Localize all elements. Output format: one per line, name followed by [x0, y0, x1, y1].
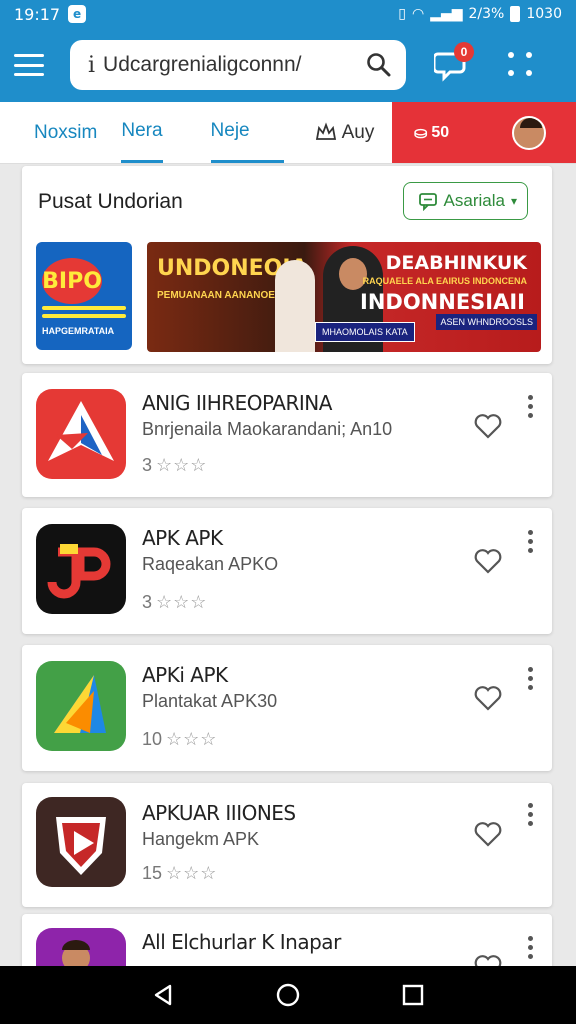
section-action-button[interactable]: Asariala ▾ [402, 182, 528, 220]
banner-small[interactable]: BIPO HAPGEMRATAIA [36, 242, 132, 350]
banner-right-subtitle: RAQUAELE ALA EAIRUS INDONCENA [362, 276, 527, 286]
app-name: APK APK [142, 526, 223, 550]
app-rating-value: 10 [142, 729, 163, 749]
star-icon: ☆☆☆ [156, 592, 208, 612]
banner-right-title: DEABHINKUK [385, 252, 527, 274]
tab-noxsim[interactable]: Noxsim [34, 102, 97, 163]
section-title: Pusat Undorian [38, 190, 183, 213]
menu-icon[interactable] [14, 54, 44, 76]
more-vert-icon[interactable] [528, 667, 534, 690]
search-icon[interactable] [366, 52, 392, 78]
app-icon [36, 797, 126, 887]
banner-large[interactable]: UNDONEOIA PEMUANAAN AANANOEIE DEABHINKUK… [147, 242, 541, 352]
promo-icon: ⛀ [414, 124, 428, 142]
message-icon [418, 193, 437, 211]
banner-right-title-2: INDONNESIAII [360, 290, 525, 314]
app-card[interactable]: APKi APK Plantakat APK30 10 ☆☆☆ [22, 645, 552, 771]
status-time: 19:17 [14, 4, 61, 24]
tab-bar: Noxsim Nera Neje Auy ⛀ 50 [0, 102, 576, 164]
app-name: ANIG IIHREOPARINA [142, 391, 332, 415]
back-icon[interactable] [148, 980, 178, 1010]
app-icon [36, 389, 126, 479]
app-bar: i 0 [0, 28, 576, 102]
app-card[interactable]: APK APK Raqeakan APKO 3 ☆☆☆ [22, 508, 552, 634]
chat-badge: 0 [454, 42, 474, 62]
app-name: All Elchurlar K Inapar [142, 930, 341, 954]
heart-icon[interactable] [474, 548, 502, 574]
section-action-label: Asariala [443, 191, 505, 210]
status-bar: 19:17 e ▯ ◠ ▂▄▆ 2/3% 1030 [0, 0, 576, 28]
featured-section: Pusat Undorian Asariala ▾ BIPO HAPGEMRAT… [22, 166, 552, 364]
app-rating: 3 ☆☆☆ [142, 592, 207, 613]
banner-person-left [275, 260, 315, 352]
battery-icon [510, 6, 521, 22]
app-subtitle: Hangekm APK [142, 829, 260, 849]
crown-icon [315, 121, 336, 140]
tab-auy[interactable]: Auy [314, 102, 375, 163]
app-card[interactable]: APKUAR IIIONES Hangekm APK 15 ☆☆☆ [22, 783, 552, 907]
star-icon: ☆☆☆ [166, 729, 218, 749]
app-rating: 15 ☆☆☆ [142, 863, 217, 884]
banner-tag-1: MHAOMOLAIS KATA [315, 322, 415, 342]
status-right-text: 2/3% [468, 6, 505, 22]
heart-icon[interactable] [474, 821, 502, 847]
app-icon [36, 661, 126, 751]
app-rating: 3 ☆☆☆ [142, 455, 207, 476]
tab-neje[interactable]: Neje [210, 102, 284, 163]
app-rating-value: 3 [142, 455, 153, 475]
chevron-down-icon: ▾ [510, 194, 517, 208]
app-subtitle: Raqeakan APKO [142, 554, 279, 574]
recents-icon[interactable] [398, 980, 428, 1010]
search-input[interactable] [103, 53, 334, 77]
search-bar[interactable]: i [70, 40, 406, 90]
banner-small-lines [42, 306, 126, 322]
vibrate-icon: ▯ [398, 6, 406, 22]
search-lead-glyph: i [88, 52, 96, 78]
more-vert-icon[interactable] [528, 936, 534, 959]
tab-nera[interactable]: Nera [121, 102, 163, 163]
more-vert-icon[interactable] [528, 803, 534, 826]
promo-tab[interactable]: ⛀ 50 [392, 102, 576, 163]
tab-auy-label: Auy [341, 121, 375, 143]
heart-icon[interactable] [474, 413, 502, 439]
app-rating-value: 3 [142, 592, 153, 612]
app-card[interactable]: ANIG IIHREOPARINA Bnrjenaila Maokarandan… [22, 373, 552, 497]
battery-text: 1030 [526, 6, 562, 22]
promo-tab-label: 50 [431, 123, 450, 141]
home-icon[interactable] [273, 980, 303, 1010]
more-vert-icon[interactable] [528, 395, 534, 418]
wifi-icon: ◠ [411, 6, 425, 22]
app-name: APKUAR IIIONES [142, 801, 296, 825]
banner-left-subtitle: PEMUANAAN AANANOEIE [157, 290, 285, 301]
avatar[interactable] [512, 115, 546, 150]
chat-button[interactable]: 0 [432, 42, 474, 82]
notification-icon: e [68, 5, 87, 23]
system-nav-bar [0, 966, 576, 1024]
app-rating-value: 15 [142, 863, 163, 883]
banner-tag-2: ASEN WHNDROOSLS [436, 314, 537, 330]
app-rating: 10 ☆☆☆ [142, 729, 217, 750]
app-subtitle: Bnrjenaila Maokarandani; An10 [142, 419, 393, 439]
grid-icon[interactable] [508, 52, 534, 78]
app-icon [36, 524, 126, 614]
app-card[interactable]: All Elchurlar K Inapar [22, 914, 552, 974]
star-icon: ☆☆☆ [156, 455, 208, 475]
heart-icon[interactable] [474, 685, 502, 711]
app-name: APKi APK [142, 663, 228, 687]
banner-small-logo: BIPO [42, 258, 102, 304]
star-icon: ☆☆☆ [166, 863, 218, 883]
app-subtitle: Plantakat APK30 [142, 691, 278, 711]
more-vert-icon[interactable] [528, 530, 534, 553]
banner-small-subtext: HAPGEMRATAIA [42, 326, 115, 336]
signal-icon: ▂▄▆ [430, 6, 463, 22]
